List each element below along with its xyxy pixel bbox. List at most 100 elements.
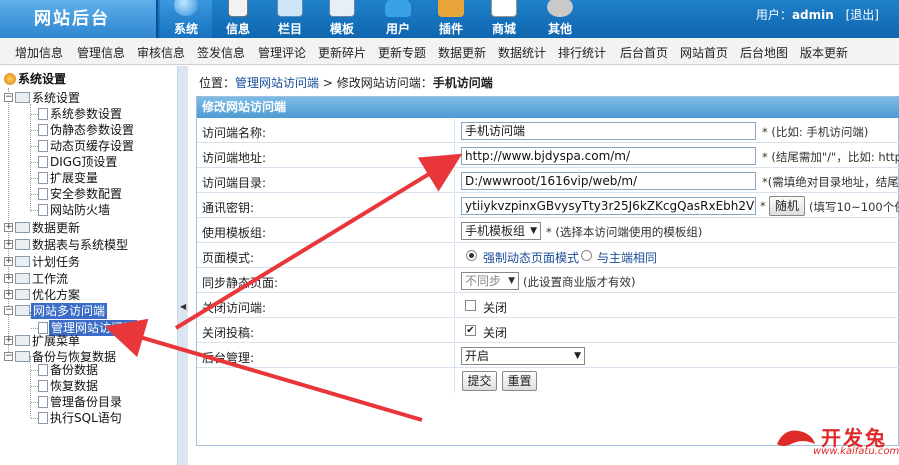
close-access-checkbox[interactable] [465,300,476,311]
folder-icon [15,256,30,267]
subnav-data-update[interactable]: 数据更新 [438,44,486,61]
sync-select[interactable]: 不同步 ▼ [461,272,519,290]
subnav-sign-info[interactable]: 签发信息 [197,44,245,61]
expand-toggle[interactable]: + [4,274,13,283]
tree-item[interactable]: 管理备份目录 [50,394,122,410]
subnav-version-update[interactable]: 版本更新 [800,44,848,61]
collapse-arrow-icon[interactable]: ◀ [180,302,186,311]
logout-link[interactable]: [退出] [846,8,879,22]
nav-plugins[interactable]: 插件 [425,0,477,38]
folder-icon [15,92,30,103]
notepad-icon [228,0,248,17]
tree-item[interactable]: 安全参数配置 [50,186,122,202]
row-url: 访问端地址: http://www.bjdyspa.com/m/ * (结尾需加… [197,144,899,168]
tree-item[interactable]: 备份数据 [50,362,98,378]
tree-item[interactable]: 伪静态参数设置 [50,122,134,138]
tree-group-scheduled-tasks[interactable]: 计划任务 [32,254,80,270]
nav-label: 栏目 [277,22,302,36]
subnav-update-fragments[interactable]: 更新碎片 [318,44,366,61]
tree-item[interactable]: 网站防火墙 [50,202,110,218]
dir-label: 访问端目录: [202,176,267,190]
row-mode: 页面模式: 强制动态页面模式 与主端相同 [197,244,899,268]
name-input[interactable]: 手机访问端 [461,122,756,140]
close-submit-checkbox[interactable]: ✔ [465,325,476,336]
main-content: 位置：管理网站访问端 > 修改网站访问端：手机访问端 修改网站访问端 访问端名称… [188,66,899,465]
tree-item[interactable]: 系统参数设置 [50,106,122,122]
subnav-admin-map[interactable]: 后台地图 [740,44,788,61]
subnav-add-info[interactable]: 增加信息 [15,44,63,61]
close-access-text: 关闭 [483,301,508,315]
subnav-site-home[interactable]: 网站首页 [680,44,728,61]
nav-info[interactable]: 信息 [212,0,264,38]
admin-select[interactable]: 开启 ▼ [461,347,585,365]
random-key-button[interactable]: 随机 [769,196,805,216]
chevron-down-icon: ▼ [530,226,537,236]
tree-group-optimization[interactable]: 优化方案 [32,287,80,303]
expand-toggle[interactable]: + [4,290,13,299]
tree-item[interactable]: 执行SQL语句 [50,410,122,426]
expand-toggle[interactable]: + [4,257,13,266]
subnav-manage-info[interactable]: 管理信息 [77,44,125,61]
collapse-toggle[interactable]: − [4,93,13,102]
tree-group-extension-menu[interactable]: 扩展菜单 [32,333,80,349]
tools-icon [438,0,464,17]
sync-select-value: 不同步 [465,274,502,288]
reset-button[interactable]: 重置 [502,371,537,391]
nav-system[interactable]: 系统 [160,0,212,38]
mode-same-label[interactable]: 与主端相同 [597,249,657,266]
template-select[interactable]: 手机模板组 ▼ [461,222,541,240]
submit-button[interactable]: 提交 [462,371,497,391]
nav-other[interactable]: 其他 [534,0,586,38]
tree-group-multi-access[interactable]: 网站多访问端 [31,303,108,319]
tree-group-data-update[interactable]: 数据更新 [32,220,80,236]
subnav-data-stats[interactable]: 数据统计 [498,44,546,61]
tree-group-data-tables[interactable]: 数据表与系统模型 [32,237,128,253]
document-icon [38,108,48,120]
nav-template[interactable]: 模板 [316,0,368,38]
mode-dynamic-radio[interactable] [466,250,477,261]
tree-group-system-settings[interactable]: 系统设置 [32,90,80,106]
row-name: 访问端名称: 手机访问端 * (比如: 手机访问端) [197,119,899,143]
expand-toggle[interactable]: + [4,223,13,232]
settings-root-icon [4,73,16,85]
tree-group-workflow[interactable]: 工作流 [32,271,68,287]
sidebar-splitter[interactable]: ◀ [178,66,188,465]
tree-root-label[interactable]: 系统设置 [18,71,66,87]
collapse-toggle[interactable]: − [4,352,13,361]
sync-label: 同步静态页面: [202,276,279,290]
name-hint: * (比如: 手机访问端) [762,125,869,139]
nav-store[interactable]: 商城 [478,0,530,38]
mode-dynamic-label[interactable]: 强制动态页面模式 [483,249,579,266]
document-icon [38,380,48,392]
url-input[interactable]: http://www.bjdyspa.com/m/ [461,147,756,165]
document-icon [38,412,48,424]
tree-item[interactable]: 恢复数据 [50,378,98,394]
document-icon [38,140,48,152]
key-star: * [760,199,766,213]
close-submit-label: 关闭投稿: [202,326,255,340]
collapse-toggle[interactable]: − [4,306,13,315]
subnav-admin-home[interactable]: 后台首页 [620,44,668,61]
nav-label: 系统 [173,22,198,36]
expand-toggle[interactable]: + [4,336,13,345]
dir-hint: *(需填绝对目录地址，结尾需 [762,175,899,189]
subnav-manage-comments[interactable]: 管理评论 [258,44,306,61]
rabbit-logo-icon [777,430,815,446]
dir-input[interactable]: D:/wwwroot/1616vip/web/m/ [461,172,756,190]
row-key: 通讯密钥: ytiiykvzpinxGBvysyTty3r25J6kZKcgQa… [197,194,899,218]
breadcrumb-link[interactable]: 管理网站访问端 [235,76,319,90]
document-icon [38,156,48,168]
url-label: 访问端地址: [202,151,267,165]
subnav-audit-info[interactable]: 审核信息 [137,44,185,61]
tree-item[interactable]: 动态页缓存设置 [50,138,134,154]
subnav-rank-stats[interactable]: 排行统计 [558,44,606,61]
subnav-update-topics[interactable]: 更新专题 [378,44,426,61]
nav-users[interactable]: 用户 [372,0,424,38]
tree-item[interactable]: DIGG顶设置 [50,154,117,170]
expand-toggle[interactable]: + [4,240,13,249]
key-input[interactable]: ytiiykvzpinxGBvysyTty3r25J6kZKcgQasRxEbh… [461,197,756,215]
mode-same-radio[interactable] [581,250,592,261]
tree-item[interactable]: 扩展变量 [50,170,98,186]
close-access-label: 关闭访问端: [202,301,267,315]
nav-column[interactable]: 栏目 [264,0,316,38]
